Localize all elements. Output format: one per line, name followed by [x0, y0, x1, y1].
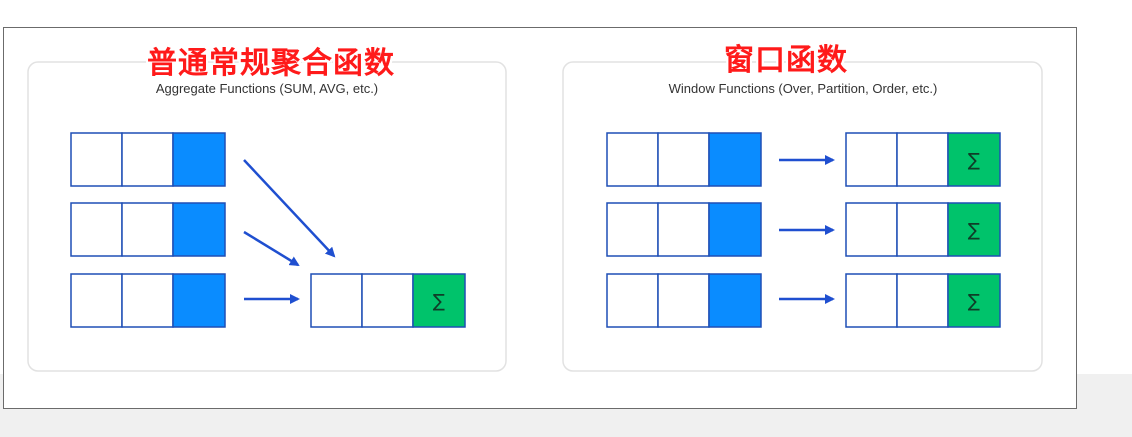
sigma-icon: ∑	[968, 150, 980, 171]
window-input-row	[606, 273, 762, 328]
window-result-row: ∑	[845, 202, 1001, 257]
window-input-row	[606, 132, 762, 187]
window-result-row: ∑	[845, 132, 1001, 187]
window-result-row: ∑	[845, 273, 1001, 328]
window-overlay-title: 窗口函数	[724, 43, 848, 78]
aggregate-panel-title: Aggregate Functions (SUM, AVG, etc.)	[156, 81, 378, 96]
aggregate-input-row	[70, 273, 226, 328]
window-panel-title: Window Functions (Over, Partition, Order…	[669, 81, 938, 96]
aggregate-input-row	[70, 202, 226, 257]
window-input-row	[606, 202, 762, 257]
aggregate-overlay-title: 普通常规聚合函数	[147, 46, 395, 81]
sigma-icon: ∑	[968, 220, 980, 241]
aggregate-input-row	[70, 132, 226, 187]
sigma-icon: ∑	[433, 291, 445, 312]
sigma-icon: ∑	[968, 291, 980, 312]
aggregate-result-row: ∑	[310, 273, 466, 328]
